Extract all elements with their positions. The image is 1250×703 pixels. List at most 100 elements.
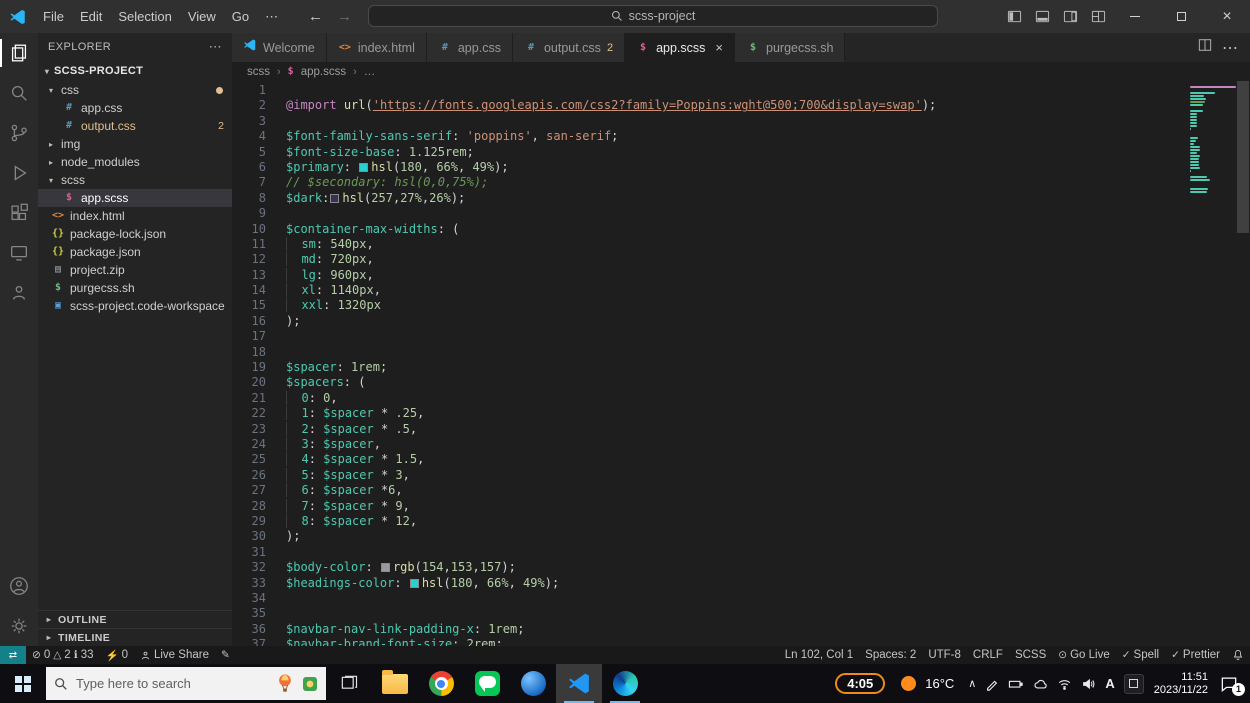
live-share-icon[interactable] <box>0 273 38 313</box>
file-app-scss[interactable]: $ app.scss <box>38 189 232 207</box>
scrollbar-thumb[interactable] <box>1237 81 1249 233</box>
remote-indicator[interactable]: ⇄ <box>0 646 26 664</box>
status-crlf[interactable]: CRLF <box>967 649 1009 661</box>
code-line[interactable]: md: 720px, <box>286 252 1250 267</box>
command-center-search[interactable]: scss-project <box>368 5 938 27</box>
menu-more[interactable]: ⋯ <box>257 0 286 33</box>
status-spell[interactable]: ✓ Spell <box>1116 649 1165 661</box>
code-line[interactable]: $dark: hsl(257,27%,26%); <box>286 191 1250 206</box>
code-line[interactable]: 6: $spacer *6, <box>286 483 1250 498</box>
code-line[interactable]: @import url('https://fonts.googleapis.co… <box>286 98 1250 113</box>
code-line[interactable]: $spacers: ( <box>286 375 1250 390</box>
code-editor[interactable]: 1 2 3 4 5 6 7 8 9 10 11 12 13 14 15 16 17 18 19 20 21 22 23 24 2… <box>232 81 1250 646</box>
status-prettier[interactable]: ✓ Prettier <box>1165 649 1226 661</box>
tab-welcome[interactable]: Welcome <box>232 33 327 62</box>
menu-view[interactable]: View <box>180 0 224 33</box>
code-line[interactable]: $navbar-nav-link-padding-x: 1rem; <box>286 622 1250 637</box>
code-lines[interactable]: @import url('https://fonts.googleapis.co… <box>278 81 1250 646</box>
battery-icon[interactable] <box>1008 677 1024 691</box>
code-line[interactable]: 7: $spacer * 9, <box>286 498 1250 514</box>
code-line[interactable]: xxl: 1320px <box>286 298 1250 313</box>
more-actions-icon[interactable]: ⋯ <box>1222 38 1238 58</box>
color-swatch[interactable] <box>380 563 390 573</box>
code-line[interactable]: 3: $spacer, <box>286 436 1250 452</box>
color-swatch[interactable] <box>330 193 340 203</box>
run-debug-icon[interactable] <box>0 153 38 193</box>
back-arrow-icon[interactable]: ← <box>308 8 323 25</box>
code-line[interactable]: $container-max-widths: ( <box>286 222 1250 237</box>
code-line[interactable]: 0: 0, <box>286 390 1250 406</box>
edit-mode-indicator[interactable]: ✎ <box>215 649 236 661</box>
input-language-indicator[interactable]: A <box>1105 676 1114 691</box>
code-line[interactable]: xl: 1140px, <box>286 283 1250 298</box>
cloud-icon[interactable] <box>1033 677 1048 691</box>
code-line[interactable] <box>286 206 1250 221</box>
code-line[interactable]: $navbar-brand-font-size: 2rem; <box>286 637 1250 646</box>
chrome-button[interactable] <box>418 664 464 703</box>
account-icon[interactable] <box>0 566 38 606</box>
code-line[interactable]: $spacer: 1rem; <box>286 360 1250 375</box>
live-share-button[interactable]: Live Share <box>134 649 215 661</box>
code-line[interactable]: $font-size-base: 1.125rem; <box>286 145 1250 160</box>
tab-index-html[interactable]: <> index.html <box>326 33 427 62</box>
code-line[interactable]: ); <box>286 529 1250 544</box>
tray-chevron-up-icon[interactable]: ∧ <box>968 677 976 690</box>
status-ln-102-col-1[interactable]: Ln 102, Col 1 <box>779 649 859 661</box>
toggle-panel-icon[interactable] <box>1028 0 1056 33</box>
close-button[interactable]: × <box>1204 0 1250 33</box>
folder-node-modules[interactable]: ▸ node_modules <box>38 153 232 171</box>
code-line[interactable]: $headings-color: hsl(180, 66%, 49%); <box>286 576 1250 591</box>
weather-widget[interactable]: 16°C <box>901 676 954 691</box>
source-control-icon[interactable] <box>0 113 38 153</box>
file-explorer-button[interactable] <box>372 664 418 703</box>
volume-icon[interactable] <box>1081 677 1096 691</box>
code-line[interactable] <box>286 114 1250 129</box>
code-line[interactable]: 8: $spacer * 12, <box>286 513 1250 529</box>
code-line[interactable]: 5: $spacer * 3, <box>286 467 1250 483</box>
pen-icon[interactable] <box>985 677 999 691</box>
folder-scss[interactable]: ▾ scss <box>38 171 232 189</box>
color-swatch[interactable] <box>409 578 419 588</box>
problems-indicator[interactable]: ⊘ 0 △ 2 ℹ 33 <box>26 649 100 661</box>
color-swatch[interactable] <box>359 162 369 172</box>
code-line[interactable]: sm: 540px, <box>286 236 1250 252</box>
code-line[interactable]: lg: 960px, <box>286 267 1250 283</box>
status-spaces-2[interactable]: Spaces: 2 <box>859 649 922 661</box>
breadcrumb-item[interactable]: scss <box>247 66 270 78</box>
code-line[interactable]: $body-color: rgb(154,153,157); <box>286 560 1250 575</box>
code-line[interactable]: // $secondary: hsl(0,0,75%); <box>286 175 1250 190</box>
code-line[interactable] <box>286 545 1250 560</box>
file-package-json[interactable]: {} package.json <box>38 243 232 261</box>
start-button[interactable] <box>0 664 46 703</box>
more-actions-icon[interactable]: ⋯ <box>209 39 222 55</box>
code-line[interactable] <box>286 345 1250 360</box>
maximize-button[interactable] <box>1158 0 1204 33</box>
action-center-button[interactable]: 1 <box>1208 664 1250 703</box>
notifications-bell[interactable] <box>1226 649 1250 661</box>
breadcrumb[interactable]: scss › $ app.scss ›… <box>232 62 1250 81</box>
tab-output-css[interactable]: # output.css 2 <box>512 33 626 62</box>
remote-explorer-icon[interactable] <box>0 233 38 273</box>
vscode-button[interactable] <box>556 664 602 703</box>
menu-file[interactable]: File <box>35 0 72 33</box>
explorer-icon[interactable] <box>0 33 38 73</box>
split-editor-icon[interactable] <box>1198 38 1212 57</box>
breadcrumb-item[interactable]: app.scss <box>301 66 346 78</box>
code-line[interactable]: $font-family-sans-serif: 'poppins', san-… <box>286 129 1250 144</box>
taskbar-search[interactable]: Type here to search <box>46 667 326 700</box>
minimap[interactable] <box>1188 83 1236 646</box>
vertical-scrollbar[interactable] <box>1236 81 1250 646</box>
blue-app-button[interactable] <box>510 664 556 703</box>
code-line[interactable] <box>286 329 1250 344</box>
timer-widget[interactable]: 4:05 <box>835 673 886 694</box>
taskbar-clock[interactable]: 11:51 2023/11/22 <box>1154 671 1208 697</box>
code-line[interactable]: ); <box>286 314 1250 329</box>
tab-purgecss-sh[interactable]: $ purgecss.sh <box>735 33 846 62</box>
menu-edit[interactable]: Edit <box>72 0 110 33</box>
status-utf-8[interactable]: UTF-8 <box>922 649 967 661</box>
toggle-secondary-sidebar-icon[interactable] <box>1056 0 1084 33</box>
code-line[interactable]: 4: $spacer * 1.5, <box>286 452 1250 467</box>
extensions-icon[interactable] <box>0 193 38 233</box>
file-index-html[interactable]: <> index.html <box>38 207 232 225</box>
line-app-button[interactable] <box>464 664 510 703</box>
